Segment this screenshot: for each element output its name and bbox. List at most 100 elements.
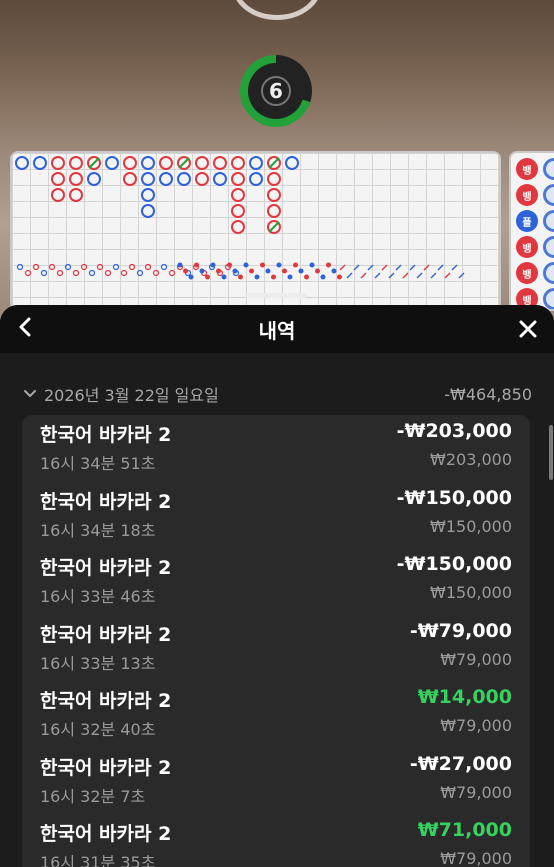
bead-road-marker [232, 268, 238, 274]
road-marker [195, 172, 209, 186]
road-marker [195, 156, 209, 170]
transaction-row[interactable]: 한국어 바카라 2 16시 33분 46초 -₩150,000 ₩150,000 [22, 548, 530, 615]
bead-chip-partial [543, 262, 554, 284]
tie-mark [178, 157, 190, 169]
bead-road-marker [337, 274, 342, 280]
road-marker [123, 172, 137, 186]
back-button[interactable] [10, 313, 40, 345]
close-button[interactable] [512, 313, 544, 345]
transaction-row[interactable]: 한국어 바카라 2 16시 32분 7초 -₩27,000 ₩79,000 [22, 748, 530, 815]
stake-amount: ₩79,000 [440, 782, 512, 802]
stake-amount: ₩203,000 [430, 450, 512, 469]
road-marker [105, 156, 119, 170]
cockroach-road-marker [402, 272, 409, 279]
cockroach-road-marker [437, 264, 444, 271]
bead-road-marker [210, 262, 216, 268]
bead-road-marker [199, 268, 205, 274]
small-road-marker [112, 263, 120, 271]
stake-amount: ₩79,000 [440, 649, 512, 669]
small-road-marker [136, 269, 144, 277]
game-name: 한국어 바카라 2 [40, 690, 172, 712]
road-marker [231, 220, 245, 234]
bead-road-marker [227, 262, 232, 268]
transaction-row[interactable]: 한국어 바카라 2 16시 34분 18초 -₩150,000 ₩150,000 [22, 482, 530, 549]
chevron-left-icon [17, 314, 33, 344]
small-road-marker [88, 269, 96, 277]
bead-road-marker [205, 274, 210, 280]
cockroach-road-marker [458, 272, 465, 279]
road-marker [213, 156, 227, 170]
scoreboard-roadmap [10, 151, 501, 311]
small-road-marker [24, 269, 32, 277]
road-marker [267, 172, 281, 186]
bead-road-marker [188, 274, 194, 280]
game-name: 한국어 바카라 2 [40, 823, 172, 845]
result-amount: -₩79,000 [409, 619, 512, 642]
bead-chip: 뱅 [516, 262, 538, 284]
road-marker [69, 172, 83, 186]
result-amount: -₩27,000 [409, 752, 512, 775]
transaction-time: 16시 32분 7초 [40, 786, 146, 806]
bead-road-marker [276, 262, 282, 268]
small-road-marker [80, 263, 88, 271]
scrollbar[interactable] [549, 425, 553, 480]
bead-road-marker [221, 274, 227, 280]
stake-amount: ₩150,000 [430, 583, 512, 602]
date-total: -₩464,850 [444, 384, 532, 404]
bead-road-marker [331, 268, 337, 274]
tie-mark [268, 221, 280, 233]
transaction-time: 16시 32분 40초 [40, 720, 156, 739]
transaction-row[interactable]: 한국어 바카라 2 16시 33분 13초 -₩79,000 ₩79,000 [22, 615, 530, 682]
bead-road-marker [282, 268, 287, 274]
bead-road-marker [315, 268, 320, 274]
cockroach-road-marker [374, 272, 381, 279]
bead-road-marker [304, 274, 309, 280]
sheet-drag-handle[interactable] [245, 293, 307, 298]
result-amount: -₩150,000 [396, 486, 512, 509]
bead-road-marker [177, 262, 183, 268]
road-marker [231, 188, 245, 202]
bead-chip: 뱅 [516, 158, 538, 180]
small-road-marker [48, 263, 56, 271]
small-road-marker [96, 263, 104, 271]
close-icon [518, 313, 538, 346]
sheet-header: 내역 [0, 305, 554, 353]
decorative-arc [232, 0, 322, 20]
bead-road-marker [298, 268, 304, 274]
road-marker [69, 188, 83, 202]
transaction-row[interactable]: 한국어 바카라 2 16시 31분 35초 ₩71,000 ₩79,000 [22, 814, 530, 867]
road-marker [249, 172, 263, 186]
cockroach-road-marker [339, 264, 346, 271]
cockroach-road-marker [388, 272, 395, 279]
game-name: 한국어 바카라 2 [40, 623, 172, 646]
cockroach-road-marker [367, 264, 374, 271]
road-marker [177, 172, 191, 186]
chevron-down-icon [22, 386, 38, 402]
small-road-marker [40, 269, 48, 277]
history-sheet: 내역 2026년 3월 22일 일요일 -₩464,850 한국어 바카라 2 … [0, 305, 554, 867]
small-road-marker [160, 263, 168, 271]
date-group-header[interactable]: 2026년 3월 22일 일요일 -₩464,850 [22, 383, 532, 405]
road-marker [141, 188, 155, 202]
bead-road-marker [254, 274, 260, 280]
small-road-marker [168, 269, 176, 277]
transaction-time: 16시 33분 46초 [40, 587, 156, 606]
game-video-area: 6 뱅뱅플뱅뱅뱅 [0, 0, 554, 320]
road-marker [231, 172, 245, 186]
bead-road-marker [260, 262, 265, 268]
sheet-title: 내역 [258, 318, 296, 343]
game-name: 한국어 바카라 2 [40, 756, 172, 779]
stake-amount: ₩79,000 [440, 716, 512, 735]
bead-road-marker [183, 268, 188, 274]
cockroach-road-marker [444, 272, 451, 279]
small-road-marker [104, 269, 112, 277]
cockroach-road-marker [360, 272, 367, 279]
bead-chip-partial [543, 210, 554, 232]
transaction-row[interactable]: 한국어 바카라 2 16시 34분 51초 -₩203,000 ₩203,000 [22, 415, 530, 482]
transaction-row[interactable]: 한국어 바카라 2 16시 32분 40초 ₩14,000 ₩79,000 [22, 681, 530, 748]
road-marker [285, 156, 299, 170]
small-road-marker [144, 263, 152, 271]
date-label: 2026년 3월 22일 일요일 [44, 386, 219, 405]
road-marker [159, 172, 173, 186]
cockroach-road-marker [451, 264, 458, 271]
